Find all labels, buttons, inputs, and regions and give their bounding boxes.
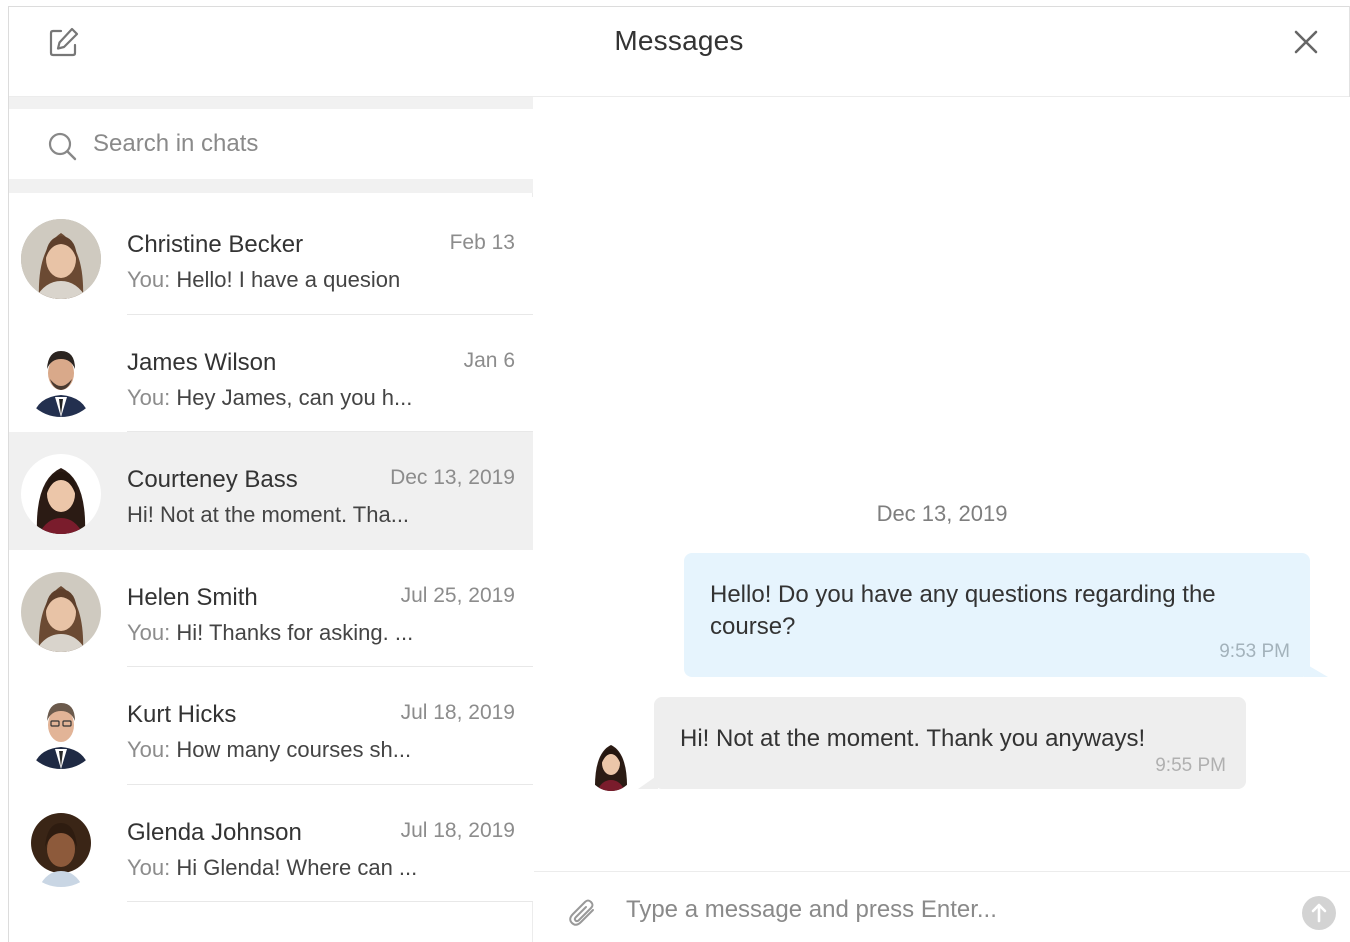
bubble-tail <box>1304 663 1328 677</box>
chat-item-courteney-bass[interactable]: Courteney Bass Dec 13, 2019 Hi! Not at t… <box>9 432 533 550</box>
avatar <box>21 571 101 652</box>
chat-name: Helen Smith <box>127 583 258 611</box>
message-composer <box>534 871 1350 942</box>
chat-name: Christine Becker <box>127 231 304 258</box>
avatar <box>21 806 101 887</box>
preview-text: Hi! Thanks for asking. ... <box>176 619 414 645</box>
chat-item-kurt-hicks[interactable]: Kurt Hicks Jul 18, 2019 You: How many co… <box>9 667 533 785</box>
chat-date: Jul 18, 2019 <box>400 701 515 724</box>
chat-name: Courteney Bass <box>127 466 298 493</box>
message-text: Hi! Not at the moment. Thank you anyways… <box>680 725 1146 752</box>
attach-button[interactable] <box>566 896 600 930</box>
messages-window: Messages Search in chats Christine Becke… <box>8 6 1350 942</box>
page-title: Messages <box>614 25 744 56</box>
close-icon <box>1294 30 1318 54</box>
you-prefix: You: <box>127 737 171 762</box>
avatar <box>21 336 101 417</box>
chat-preview: You: How many courses sh... <box>127 737 411 763</box>
preview-text: Hi! Not at the moment. Tha... <box>127 502 410 527</box>
close-button[interactable] <box>1291 27 1321 57</box>
preview-text: Hello! I have a quesion <box>176 267 401 292</box>
you-prefix: You: <box>127 384 171 410</box>
chat-preview: You: Hello! I have a quesion <box>127 267 400 293</box>
chat-item-helen-smith[interactable]: Helen Smith Jul 25, 2019 You: Hi! Thanks… <box>9 549 533 667</box>
chat-date: Jul 18, 2019 <box>400 818 515 842</box>
you-prefix: You: <box>127 267 171 292</box>
chat-name: James Wilson <box>127 348 277 376</box>
chat-item-glenda-johnson[interactable]: Glenda Johnson Jul 18, 2019 You: Hi Glen… <box>9 784 533 902</box>
search-input[interactable] <box>93 123 513 165</box>
chat-item-james-wilson[interactable]: James Wilson Jan 6 You: Hey James, can y… <box>9 314 533 432</box>
chat-name: Kurt Hicks <box>127 701 237 728</box>
avatar <box>586 737 636 791</box>
send-button[interactable] <box>1302 896 1336 930</box>
preview-text: Hi Glenda! Where can ... <box>176 854 418 880</box>
message-time: 9:55 PM <box>1155 755 1226 776</box>
chat-list-panel: Christine Becker Feb 13 You: Hello! I ha… <box>9 97 533 942</box>
avatar <box>21 454 101 534</box>
chat-date: Feb 13 <box>449 231 515 254</box>
avatar <box>21 689 101 769</box>
paperclip-icon <box>569 899 594 926</box>
header: Messages <box>9 7 1349 97</box>
message-text: Hello! Do you have any questions regardi… <box>710 581 1216 640</box>
conversation-panel: Dec 13, 2019 Hello! Do you have any ques… <box>534 97 1350 942</box>
bubble-tail <box>638 775 658 789</box>
message-input[interactable] <box>626 888 1266 932</box>
chat-preview: You: Hi Glenda! Where can ... <box>127 855 417 881</box>
chat-date: Dec 13, 2019 <box>390 466 515 489</box>
you-prefix: You: <box>127 619 171 645</box>
message-time: 9:53 PM <box>1219 641 1290 662</box>
chat-list: Christine Becker Feb 13 You: Hello! I ha… <box>9 197 533 902</box>
date-separator: Dec 13, 2019 <box>876 501 1008 526</box>
chat-preview: You: Hi! Thanks for asking. ... <box>127 620 413 646</box>
send-arrow-icon <box>1311 903 1327 923</box>
search-bar-container <box>9 97 533 193</box>
search-bar <box>9 109 533 179</box>
preview-text: Hey James, can you h... <box>176 384 413 410</box>
divider <box>127 901 533 902</box>
chat-preview: You: Hey James, can you h... <box>127 385 412 411</box>
preview-text: How many courses sh... <box>176 737 412 762</box>
outgoing-message: Hello! Do you have any questions regardi… <box>684 553 1328 677</box>
incoming-message: Hi! Not at the moment. Thank you anyways… <box>638 697 1246 789</box>
chat-preview: Hi! Not at the moment. Tha... <box>127 502 409 528</box>
you-prefix: You: <box>127 854 171 880</box>
chat-item-christine-becker[interactable]: Christine Becker Feb 13 You: Hello! I ha… <box>9 197 533 315</box>
avatar <box>21 219 101 299</box>
chat-date: Jul 25, 2019 <box>400 583 515 607</box>
chat-name: Glenda Johnson <box>127 818 302 846</box>
search-icon <box>48 132 77 161</box>
chat-date: Jan 6 <box>463 348 515 372</box>
